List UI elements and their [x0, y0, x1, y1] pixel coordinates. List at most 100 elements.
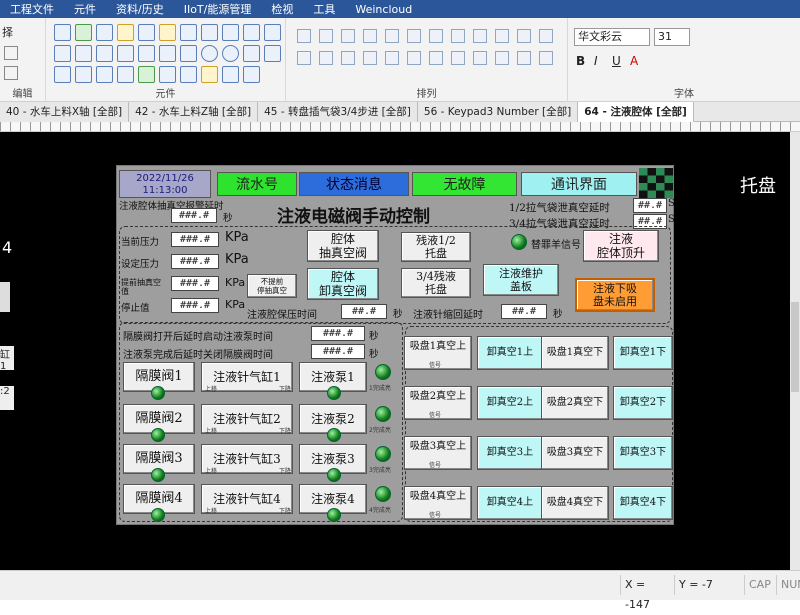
menu-file[interactable]: 工程文件 — [0, 1, 64, 17]
gauge-icon[interactable] — [201, 24, 218, 41]
back-icon[interactable] — [363, 51, 377, 65]
menu-iiot[interactable]: IIoT/能源管理 — [174, 1, 262, 17]
release-upper-vacuum-button[interactable]: 卸真空3上 — [477, 436, 543, 470]
grid-icon[interactable] — [117, 45, 134, 62]
line-icon[interactable] — [138, 45, 155, 62]
more-icon[interactable] — [539, 51, 553, 65]
vertical-scrollbar[interactable] — [790, 132, 800, 570]
flag-icon[interactable] — [222, 66, 239, 83]
hold-pressure-input[interactable]: ##.# — [341, 304, 387, 319]
wave-icon[interactable] — [159, 45, 176, 62]
font-name-select[interactable]: 华文彩云 — [574, 28, 650, 46]
menu-view[interactable]: 检视 — [261, 1, 303, 17]
cavity-lift-button[interactable]: 注液 腔体顶升 — [583, 230, 659, 262]
align-center-icon[interactable] — [319, 29, 333, 43]
ungroup-icon[interactable] — [319, 51, 333, 65]
header-no-fault[interactable]: 无故障 — [412, 172, 517, 196]
scrollbar-thumb[interactable] — [791, 302, 799, 392]
italic-icon[interactable]: I — [594, 54, 598, 68]
table-icon[interactable] — [96, 24, 113, 41]
image-icon[interactable] — [96, 66, 113, 83]
tab-window-64[interactable]: 64 - 注液腔体 [全部] — [578, 102, 694, 122]
chart-icon[interactable] — [243, 24, 260, 41]
release-lower-vacuum-button[interactable]: 卸真空1下 — [613, 336, 673, 370]
rectangle-icon[interactable] — [54, 66, 71, 83]
grid-snap-icon[interactable] — [495, 51, 509, 65]
stop-value-input[interactable]: ###.# — [171, 298, 219, 313]
counter-icon[interactable] — [180, 24, 197, 41]
tab-window-42[interactable]: 42 - 水车上料Z轴 [全部] — [129, 102, 259, 122]
align-top-icon[interactable] — [363, 29, 377, 43]
group-icon[interactable] — [297, 51, 311, 65]
editor-canvas[interactable]: 托盘 4 缸1 :2 2022/11/26 11:13:00 流水号 状态消息 … — [0, 132, 800, 570]
header-status[interactable]: 状态消息 — [299, 172, 409, 196]
paste-icon[interactable] — [4, 66, 18, 80]
lock-icon[interactable] — [429, 51, 443, 65]
frame-icon[interactable] — [159, 66, 176, 83]
font-color-icon[interactable]: A — [630, 54, 638, 68]
suction-lower-vacuum-button[interactable]: 吸盘1真空下 — [541, 336, 609, 370]
menu-component[interactable]: 元件 — [64, 1, 106, 17]
tab-window-45[interactable]: 45 - 转盘插气袋3/4步进 [全部] — [258, 102, 418, 122]
backward-icon[interactable] — [407, 51, 421, 65]
font-icon[interactable] — [54, 45, 71, 62]
copy-icon[interactable] — [4, 46, 18, 60]
vacuum-delay-input[interactable]: ###.# — [171, 208, 217, 223]
residue-34-tray-button[interactable]: 3/4残液 托盘 — [401, 268, 471, 298]
circle-icon[interactable] — [201, 45, 218, 62]
align-right-icon[interactable] — [341, 29, 355, 43]
release-upper-vacuum-button[interactable]: 卸真空1上 — [477, 336, 543, 370]
window-icon[interactable] — [180, 66, 197, 83]
pump-close-input[interactable]: ###.# — [311, 344, 365, 359]
tray-suction-disabled-button[interactable]: 注液下吸 盘未启用 — [575, 278, 655, 312]
menu-data-history[interactable]: 资料/历史 — [106, 1, 174, 17]
header-serial[interactable]: 流水号 — [217, 172, 297, 196]
front-icon[interactable] — [341, 51, 355, 65]
select-label[interactable]: 择 — [2, 24, 13, 40]
delay-12-input[interactable]: ##.# — [633, 198, 667, 213]
flip-icon[interactable] — [539, 29, 553, 43]
forward-icon[interactable] — [385, 51, 399, 65]
cavity-vacuum-valve-button[interactable]: 腔体 抽真空阀 — [307, 230, 379, 262]
axis-icon[interactable] — [222, 24, 239, 41]
pie-icon[interactable] — [222, 45, 239, 62]
tag-icon[interactable] — [159, 24, 176, 41]
release-upper-vacuum-button[interactable]: 卸真空2上 — [477, 386, 543, 420]
release-lower-vacuum-button[interactable]: 卸真空2下 — [613, 386, 673, 420]
release-lower-vacuum-button[interactable]: 卸真空4下 — [613, 486, 673, 520]
same-height-icon[interactable] — [495, 29, 509, 43]
needle-return-input[interactable]: ##.# — [501, 304, 547, 319]
text-icon[interactable] — [54, 24, 71, 41]
size-icon[interactable] — [473, 51, 487, 65]
unlock-icon[interactable] — [451, 51, 465, 65]
polyline-icon[interactable] — [180, 45, 197, 62]
distribute-v-icon[interactable] — [451, 29, 465, 43]
numeric-icon[interactable] — [75, 45, 92, 62]
align-left-icon[interactable] — [297, 29, 311, 43]
bold-icon[interactable]: B — [576, 54, 585, 68]
same-width-icon[interactable] — [473, 29, 487, 43]
suction-lower-vacuum-button[interactable]: 吸盘4真空下 — [541, 486, 609, 520]
release-lower-vacuum-button[interactable]: 卸真空3下 — [613, 436, 673, 470]
maintenance-cover-button[interactable]: 注液维护 盖板 — [483, 264, 559, 296]
suction-lower-vacuum-button[interactable]: 吸盘2真空下 — [541, 386, 609, 420]
lamp-icon[interactable] — [117, 24, 134, 41]
xy-icon[interactable] — [264, 24, 281, 41]
header-comm[interactable]: 通讯界面 — [521, 172, 637, 196]
label-icon[interactable] — [117, 66, 134, 83]
tab-window-56[interactable]: 56 - Keypad3 Number [全部] — [417, 102, 579, 122]
menu-weincloud[interactable]: Weincloud — [345, 3, 422, 16]
marquee-icon[interactable] — [243, 66, 260, 83]
font-size-select[interactable]: 31 — [654, 28, 690, 46]
no-early-stop-button[interactable]: 不提前 停抽真空 — [247, 274, 297, 298]
bulb-icon[interactable] — [201, 66, 218, 83]
menu-tools[interactable]: 工具 — [303, 1, 345, 17]
photo-icon[interactable] — [138, 66, 155, 83]
residue-12-tray-button[interactable]: 残液1/2 托盘 — [401, 232, 471, 262]
tab-window-40[interactable]: 40 - 水车上料X轴 [全部] — [0, 102, 130, 122]
release-upper-vacuum-button[interactable]: 卸真空4上 — [477, 486, 543, 520]
early-vacuum-input[interactable]: ###.# — [171, 276, 219, 291]
distribute-h-icon[interactable] — [429, 29, 443, 43]
rotate-icon[interactable] — [517, 29, 531, 43]
pump-start-input[interactable]: ###.# — [311, 326, 365, 341]
